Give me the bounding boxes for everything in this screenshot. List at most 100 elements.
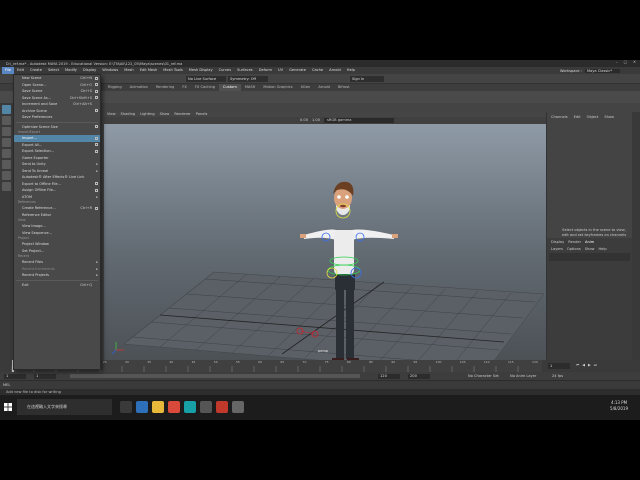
shelf-tab-custom[interactable]: Custom [219, 84, 241, 91]
go-to-end-icon[interactable]: ⏭ [594, 363, 597, 367]
sign-in-button[interactable]: Sign In [350, 76, 384, 82]
menu-arnold[interactable]: Arnold [326, 67, 344, 74]
option-box-icon[interactable] [95, 206, 98, 210]
menu-mesh[interactable]: Mesh [121, 67, 136, 74]
play-icon[interactable]: ▶ [588, 363, 591, 367]
option-box-icon[interactable] [95, 76, 98, 80]
lasso-tool-icon[interactable] [2, 116, 11, 125]
taskbar-search-box[interactable]: 在這裡輸入文字來搜尋 [17, 399, 112, 415]
color-space-field[interactable]: sRGB gamma [324, 118, 394, 123]
menu-edit-mesh[interactable]: Edit Mesh [137, 67, 161, 74]
file-explorer-icon[interactable] [152, 401, 164, 413]
edge-icon[interactable] [136, 401, 148, 413]
option-box-icon[interactable] [95, 109, 98, 112]
gamma-value[interactable]: 1.00 [312, 118, 320, 122]
shelf-tab-mash[interactable]: MASH [241, 84, 260, 91]
channel-box-tab-edit[interactable]: Edit [574, 115, 581, 119]
option-box-icon[interactable] [95, 83, 98, 86]
current-frame-field[interactable]: 1 [548, 363, 570, 369]
menu-edit[interactable]: Edit [14, 67, 27, 74]
perspective-viewport[interactable]: persp [104, 124, 546, 360]
rotate-tool-icon[interactable] [2, 149, 11, 158]
anim-layer-dropdown[interactable]: No Anim Layer [510, 374, 536, 378]
shelf-tab-bifrost[interactable]: Bifrost [334, 84, 354, 91]
command-line[interactable]: MEL [0, 380, 640, 389]
live-surface-field[interactable]: No Live Surface [186, 76, 226, 82]
option-box-icon[interactable] [95, 96, 98, 99]
option-box-icon[interactable] [95, 136, 98, 140]
scale-tool-icon[interactable] [2, 160, 11, 169]
menu-file[interactable]: File [2, 67, 15, 74]
playback-start-field[interactable]: 1 [34, 373, 56, 379]
layer-tab-render[interactable]: Render [568, 240, 581, 244]
shelf-tab-fx[interactable]: FX [178, 84, 191, 91]
option-box-icon[interactable] [95, 89, 98, 93]
menu-item-optimize-scene-size[interactable]: Optimize Scene Size [14, 124, 100, 131]
chrome-icon[interactable] [168, 401, 180, 413]
menu-windows[interactable]: Windows [99, 67, 121, 74]
menu-item-exit[interactable]: Exit Ctrl+Q [14, 282, 100, 289]
menu-item-save-preferences[interactable]: Save Preferences [14, 114, 100, 121]
shelf-tab-rendering[interactable]: Rendering [152, 84, 178, 91]
menu-select[interactable]: Select [45, 67, 62, 74]
windows-start-icon[interactable] [4, 403, 12, 411]
layer-menu-show[interactable]: Show [585, 247, 595, 251]
menu-modify[interactable]: Modify [62, 67, 80, 74]
layout-single-icon[interactable] [2, 171, 11, 180]
option-box-icon[interactable] [95, 143, 98, 146]
layer-tab-display[interactable]: Display [551, 240, 564, 244]
range-bar[interactable] [70, 374, 360, 378]
shelf-tab-fx-caching[interactable]: FX Caching [191, 84, 219, 91]
menu-mesh-tools[interactable]: Mesh Tools [160, 67, 185, 74]
minimize-icon[interactable]: – [616, 60, 618, 64]
shelf-tab-motion-graphics[interactable]: Motion Graphics [259, 84, 296, 91]
workspace-dropdown[interactable]: Maya Classic* [584, 68, 620, 73]
go-to-start-icon[interactable]: ⏮ [576, 363, 579, 367]
recorder-icon[interactable] [216, 401, 228, 413]
fps-dropdown[interactable]: 24 fps [552, 374, 563, 378]
menu-cache[interactable]: Cache [309, 67, 326, 74]
side-panel-tabs[interactable] [632, 112, 640, 360]
option-box-icon[interactable] [95, 149, 98, 153]
layer-menu-layers[interactable]: Layers [551, 247, 563, 251]
option-box-icon[interactable] [95, 182, 98, 185]
character-set-dropdown[interactable]: No Character Set [468, 374, 499, 378]
playback-end-field[interactable]: 120 [378, 373, 400, 379]
option-box-icon[interactable] [95, 125, 98, 128]
close-icon[interactable]: ✕ [633, 60, 636, 64]
channel-box-tab-show[interactable]: Show [604, 115, 614, 119]
menu-deform[interactable]: Deform [256, 67, 275, 74]
shelf-tab-xgen[interactable]: XGen [297, 84, 315, 91]
shelf-tab-arnold[interactable]: Arnold [314, 84, 334, 91]
layout-four-icon[interactable] [2, 182, 11, 191]
menu-item-set-project[interactable]: Set Project... [14, 248, 100, 255]
menu-item-view-sequence[interactable]: View Sequence... [14, 230, 100, 237]
menu-generate[interactable]: Generate [286, 67, 309, 74]
menu-item-atom[interactable]: ATOM ▸ [14, 194, 100, 201]
option-box-icon[interactable] [95, 188, 98, 192]
app-icon[interactable] [232, 401, 244, 413]
step-back-icon[interactable]: ◀ [582, 363, 585, 367]
menu-help[interactable]: Help [344, 67, 358, 74]
menu-curves[interactable]: Curves [216, 67, 234, 74]
menu-uv[interactable]: UV [275, 67, 286, 74]
layer-menu-help[interactable]: Help [598, 247, 606, 251]
menu-create[interactable]: Create [27, 67, 45, 74]
anim-start-field[interactable]: 1 [4, 373, 26, 379]
maximize-icon[interactable]: □ [624, 60, 627, 64]
layer-tab-anim[interactable]: Anim [585, 240, 594, 244]
shelf-tab-animation[interactable]: Animation [126, 84, 152, 91]
exposure-value[interactable]: 0.00 [300, 118, 308, 122]
paint-select-icon[interactable] [2, 127, 11, 136]
channel-box-tab-channels[interactable]: Channels [551, 115, 568, 119]
move-tool-icon[interactable] [2, 138, 11, 147]
store-icon[interactable] [200, 401, 212, 413]
menu-surfaces[interactable]: Surfaces [234, 67, 256, 74]
menu-item-reference-editor[interactable]: Reference Editor [14, 212, 100, 219]
menu-display[interactable]: Display [80, 67, 99, 74]
maya-icon[interactable] [184, 401, 196, 413]
symmetry-field[interactable]: Symmetry: Off [228, 76, 268, 82]
layer-menu-options[interactable]: Options [567, 247, 581, 251]
task-view-icon[interactable] [120, 401, 132, 413]
select-tool-icon[interactable] [2, 105, 11, 114]
